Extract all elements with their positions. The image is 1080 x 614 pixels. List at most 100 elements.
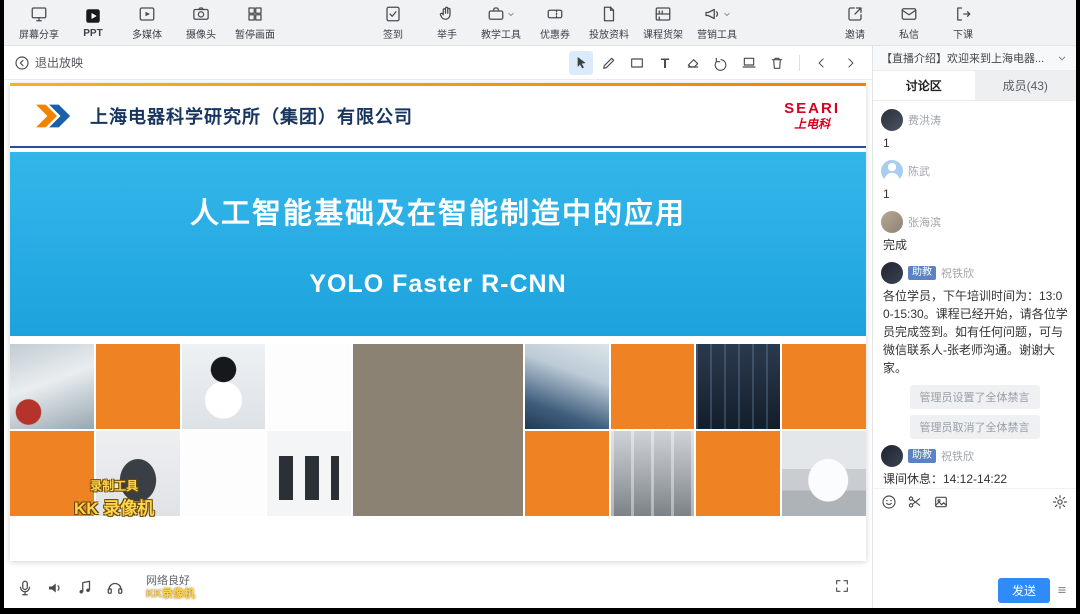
- camera-label: 摄像头: [186, 26, 216, 41]
- toolbar-group-left: 屏幕分享 PPT 多媒体 摄像头: [12, 1, 282, 45]
- seari-logo: SEARI 上电科: [784, 101, 840, 131]
- audio-settings-button[interactable]: [106, 579, 124, 597]
- company-name: 上海电器科学研究所（集团）有限公司: [90, 103, 413, 129]
- network-status-text: 网络良好: [146, 575, 195, 588]
- cursor-tool[interactable]: [569, 51, 593, 75]
- screen-frame: 屏幕分享 PPT 多媒体 摄像头: [0, 0, 1080, 614]
- live-intro-bar[interactable]: 【直播介绍】欢迎来到上海电器...: [873, 46, 1076, 71]
- teaching-tools-button[interactable]: 教学工具: [474, 1, 528, 45]
- music-note-icon: [76, 579, 94, 597]
- mosaic-photo-institute-building: [353, 344, 523, 516]
- materials-button[interactable]: 投放资料: [582, 1, 636, 45]
- headset-icon: [106, 579, 124, 597]
- pause-screen-button[interactable]: 暂停画面: [228, 1, 282, 45]
- sign-in-button[interactable]: 签到: [366, 1, 420, 45]
- invite-label: 邀请: [845, 26, 865, 41]
- end-class-icon: [954, 4, 972, 24]
- cursor-icon: [573, 55, 589, 71]
- avatar: [881, 211, 903, 233]
- emoji-button[interactable]: [881, 494, 897, 510]
- tab-members[interactable]: 成员(43): [975, 71, 1077, 100]
- fullscreen-button[interactable]: [834, 578, 850, 599]
- top-toolbar: 屏幕分享 PPT 多媒体 摄像头: [4, 0, 1076, 46]
- background-music-button[interactable]: [76, 579, 94, 597]
- send-button[interactable]: 发送: [998, 578, 1050, 603]
- undo-icon: [713, 55, 729, 71]
- chat-message: 助教 祝铁欣 课间休息：14:12-14:22: [881, 445, 1068, 488]
- microphone-icon: [16, 579, 34, 597]
- exit-presentation-button[interactable]: 退出放映: [14, 54, 83, 71]
- presentation-stage: 退出放映 T: [4, 46, 872, 608]
- avatar: [881, 445, 903, 467]
- sender-name: 祝铁欣: [941, 265, 974, 281]
- materials-label: 投放资料: [589, 26, 629, 41]
- course-shelf-button[interactable]: 课程货架: [636, 1, 690, 45]
- next-slide-button[interactable]: [838, 51, 862, 75]
- image-upload-button[interactable]: [933, 494, 949, 510]
- cut-button[interactable]: [907, 494, 923, 510]
- live-classroom-app: 屏幕分享 PPT 多媒体 摄像头: [4, 0, 1076, 608]
- annotation-toolbar: T: [569, 51, 862, 75]
- send-options-icon[interactable]: [1056, 584, 1068, 596]
- toolbar-group-right: 邀请 私信 下课: [828, 1, 1068, 45]
- company-logo-icon: [36, 103, 78, 129]
- camera-button[interactable]: 摄像头: [174, 1, 228, 45]
- rectangle-tool[interactable]: [625, 51, 649, 75]
- coupon-button[interactable]: 优惠券: [528, 1, 582, 45]
- chevron-down-icon: [1056, 52, 1068, 64]
- ppt-label: PPT: [83, 28, 102, 39]
- undo-tool[interactable]: [709, 51, 733, 75]
- speaker-button[interactable]: [46, 579, 64, 597]
- message-text: 1: [883, 134, 1068, 152]
- image-icon: [933, 494, 949, 510]
- avatar: [881, 262, 903, 284]
- mosaic-photo-equipment-room: [696, 344, 780, 429]
- mosaic-photo-wind-turbine: [10, 344, 94, 429]
- slide-title: 人工智能基础及在智能制造中的应用: [190, 190, 686, 232]
- chat-settings-button[interactable]: [1052, 494, 1068, 510]
- exit-presentation-label: 退出放映: [35, 54, 83, 71]
- laptop-icon: [741, 55, 757, 71]
- marketing-tools-button[interactable]: 营销工具: [690, 1, 744, 45]
- live-intro-title: 【直播介绍】欢迎来到上海电器...: [881, 50, 1056, 66]
- chat-input[interactable]: [873, 514, 1076, 572]
- screen-share-label: 屏幕分享: [19, 26, 59, 41]
- multimedia-button[interactable]: 多媒体: [120, 1, 174, 45]
- sender-name: 祝铁欣: [941, 448, 974, 464]
- tab-discussion[interactable]: 讨论区: [873, 71, 975, 100]
- slide-subtitle: YOLO Faster R-CNN: [309, 270, 566, 299]
- message-icon: [900, 4, 918, 24]
- mosaic-orange-tile: [525, 431, 609, 516]
- end-class-label: 下课: [953, 26, 973, 41]
- clear-annotations-tool[interactable]: [765, 51, 789, 75]
- ppt-button[interactable]: PPT: [66, 1, 120, 45]
- previous-slide-button[interactable]: [810, 51, 834, 75]
- bottom-status-bar: 网络良好 KK录像机: [4, 568, 872, 608]
- avatar: [881, 160, 903, 182]
- private-message-button[interactable]: 私信: [882, 1, 936, 45]
- slide-canvas[interactable]: 上海电器科学研究所（集团）有限公司 SEARI 上电科 人工智能基础及在智能制造…: [10, 83, 866, 561]
- mosaic-orange-tile: [696, 431, 780, 516]
- marketing-tools-label: 营销工具: [697, 26, 737, 41]
- scissors-icon: [907, 494, 923, 510]
- screen-annotation-tool[interactable]: [737, 51, 761, 75]
- mosaic-blank-tile: [182, 431, 266, 516]
- raise-hand-button[interactable]: 举手: [420, 1, 474, 45]
- microphone-button[interactable]: [16, 579, 34, 597]
- chevron-down-icon: [506, 9, 516, 19]
- end-class-button[interactable]: 下课: [936, 1, 990, 45]
- pause-screen-label: 暂停画面: [235, 26, 275, 41]
- invite-button[interactable]: 邀请: [828, 1, 882, 45]
- marketing-tools-icon: [703, 4, 732, 24]
- speaker-icon: [46, 579, 64, 597]
- text-tool[interactable]: T: [653, 51, 677, 75]
- toolbar-divider: [799, 55, 800, 71]
- slide-title-banner: 人工智能基础及在智能制造中的应用 YOLO Faster R-CNN: [10, 152, 866, 336]
- message-text: 课间休息：14:12-14:22: [883, 470, 1068, 488]
- eraser-tool[interactable]: [681, 51, 705, 75]
- chat-message-list[interactable]: 费洪涛 1 陈武 1 张海滨 完成: [873, 101, 1076, 488]
- ppt-icon: [84, 6, 102, 26]
- screen-share-button[interactable]: 屏幕分享: [12, 1, 66, 45]
- rectangle-icon: [629, 55, 645, 71]
- pen-tool[interactable]: [597, 51, 621, 75]
